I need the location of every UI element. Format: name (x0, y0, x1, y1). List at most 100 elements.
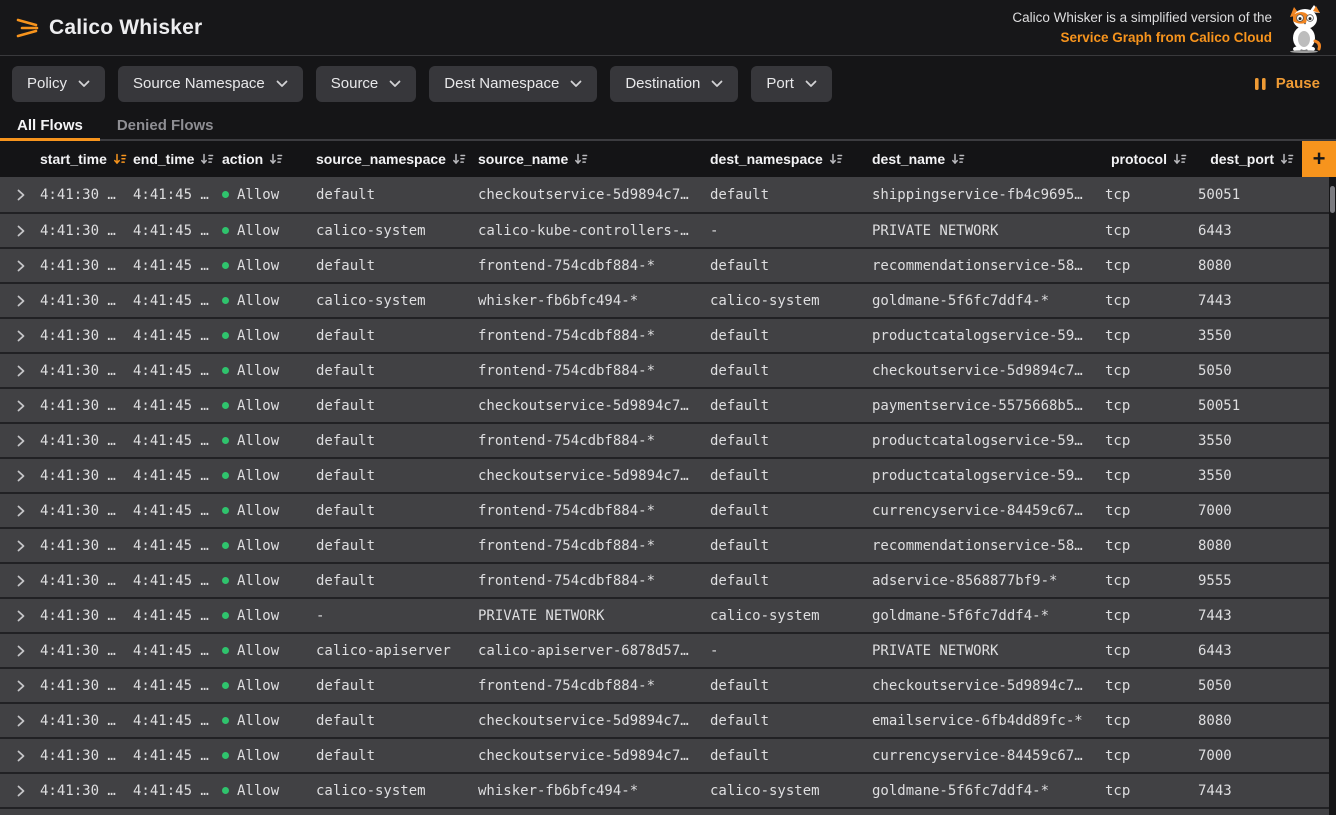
allow-status-dot (222, 542, 229, 549)
column-header-start-time[interactable]: start_time (36, 151, 129, 167)
chevron-down-icon (276, 80, 288, 88)
column-header-protocol[interactable]: protocol (1101, 151, 1194, 167)
cell-dest-name: productcatalogservice-59… (868, 468, 1101, 484)
row-expand-chevron-icon[interactable] (0, 540, 36, 552)
calico-whisker-app: Calico Whisker Calico Whisker is a simpl… (0, 0, 1336, 815)
cell-protocol: tcp (1101, 678, 1194, 694)
table-row[interactable]: 4:41:30 … 4:41:45 … Allow calico-system … (0, 212, 1329, 247)
cell-start-time: 4:41:30 … (36, 468, 129, 484)
row-expand-chevron-icon[interactable] (0, 435, 36, 447)
row-expand-chevron-icon[interactable] (0, 575, 36, 587)
cell-source-name: calico-apiserver-6878d57… (474, 643, 706, 659)
table-row[interactable]: 4:41:30 … 4:41:45 … Allow default fronte… (0, 667, 1329, 702)
column-header-source-namespace[interactable]: source_namespace (312, 151, 474, 167)
service-graph-link[interactable]: Service Graph from Calico Cloud (1012, 28, 1272, 48)
add-column-button[interactable]: + (1302, 141, 1336, 177)
cell-source-namespace: calico-system (312, 223, 474, 239)
table-row[interactable]: 4:41:30 … 4:41:45 … Allow default checko… (0, 387, 1329, 422)
table-row[interactable]: 4:41:30 … 4:41:45 … Allow calico-apiserv… (0, 632, 1329, 667)
table-row[interactable]: 4:41:30 … 4:41:45 … Allow default fronte… (0, 562, 1329, 597)
row-expand-chevron-icon[interactable] (0, 189, 36, 201)
cell-source-namespace: default (312, 678, 474, 694)
tab-all-flows[interactable]: All Flows (0, 111, 100, 139)
cell-action: Allow (218, 363, 312, 379)
action-label: Allow (237, 433, 279, 449)
chevron-down-icon (570, 80, 582, 88)
row-expand-chevron-icon[interactable] (0, 260, 36, 272)
row-expand-chevron-icon[interactable] (0, 295, 36, 307)
table-row[interactable]: 4:41:30 … 4:41:45 … Allow default checko… (0, 737, 1329, 772)
tab-denied-flows[interactable]: Denied Flows (100, 111, 231, 139)
cell-end-time: 4:41:45 … (129, 713, 218, 729)
filter-button-source[interactable]: Source (316, 66, 417, 102)
tagline: Calico Whisker is a simplified version o… (1012, 8, 1272, 48)
row-expand-chevron-icon[interactable] (0, 645, 36, 657)
cell-source-namespace: - (312, 608, 474, 624)
column-header-action[interactable]: action (218, 151, 312, 167)
table-row[interactable]: 4:41:30 … 4:41:45 … Allow default fronte… (0, 422, 1329, 457)
cell-end-time: 4:41:45 … (129, 433, 218, 449)
column-header-source-name[interactable]: source_name (474, 151, 706, 167)
column-header-label: end_time (133, 151, 194, 167)
filter-button-dest-namespace[interactable]: Dest Namespace (429, 66, 597, 102)
table-row[interactable]: 4:41:30 … 4:41:45 … Allow default checko… (0, 177, 1329, 212)
cell-end-time: 4:41:45 … (129, 503, 218, 519)
row-expand-chevron-icon[interactable] (0, 785, 36, 797)
cell-source-name: PRIVATE NETWORK (474, 608, 706, 624)
action-label: Allow (237, 468, 279, 484)
filter-button-label: Source Namespace (133, 75, 265, 92)
cell-dest-port: 7443 (1194, 293, 1301, 309)
table-row[interactable]: 4:41:30 … 4:41:45 … Allow default fronte… (0, 352, 1329, 387)
row-expand-chevron-icon[interactable] (0, 330, 36, 342)
table-row[interactable]: 4:41:30 … 4:41:45 … Allow default fronte… (0, 247, 1329, 282)
cell-source-name: frontend-754cdbf884-* (474, 433, 706, 449)
cell-dest-name: productcatalogservice-59… (868, 328, 1101, 344)
cell-dest-namespace: default (706, 187, 868, 203)
row-expand-chevron-icon[interactable] (0, 505, 36, 517)
cell-source-namespace: default (312, 187, 474, 203)
scrollbar-track[interactable] (1329, 177, 1336, 815)
row-expand-chevron-icon[interactable] (0, 715, 36, 727)
cell-dest-name: adservice-8568877bf9-* (868, 573, 1101, 589)
row-expand-chevron-icon[interactable] (0, 470, 36, 482)
row-expand-chevron-icon[interactable] (0, 225, 36, 237)
filter-button-source-namespace[interactable]: Source Namespace (118, 66, 303, 102)
cell-dest-port: 3550 (1194, 433, 1301, 449)
column-header-end-time[interactable]: end_time (129, 151, 218, 167)
cell-dest-namespace: default (706, 503, 868, 519)
scrollbar-thumb[interactable] (1330, 186, 1335, 213)
chevron-down-icon (389, 80, 401, 88)
tab-label: All Flows (17, 117, 83, 134)
cell-protocol: tcp (1101, 293, 1194, 309)
cell-action: Allow (218, 608, 312, 624)
cell-start-time: 4:41:30 … (36, 678, 129, 694)
cell-start-time: 4:41:30 … (36, 328, 129, 344)
filter-button-port[interactable]: Port (751, 66, 832, 102)
table-row[interactable]: 4:41:30 … 4:41:45 … Allow calico-system … (0, 772, 1329, 807)
row-expand-chevron-icon[interactable] (0, 365, 36, 377)
row-expand-chevron-icon[interactable] (0, 400, 36, 412)
filter-button-policy[interactable]: Policy (12, 66, 105, 102)
table-row[interactable]: 4:41:30 … 4:41:45 … Allow default fronte… (0, 492, 1329, 527)
cell-protocol: tcp (1101, 223, 1194, 239)
table-row[interactable]: 4:41:30 … 4:41:45 … Allow calico-system … (0, 282, 1329, 317)
table-row[interactable]: 4:41:30 … 4:41:45 … Allow - PRIVATE NETW… (0, 597, 1329, 632)
row-expand-chevron-icon[interactable] (0, 680, 36, 692)
column-header-dest-port[interactable]: dest_port (1194, 151, 1301, 167)
cell-action: Allow (218, 573, 312, 589)
column-header-dest-namespace[interactable]: dest_namespace (706, 151, 868, 167)
table-row[interactable]: 4:41:30 … 4:41:45 … Allow default fronte… (0, 527, 1329, 562)
cell-action: Allow (218, 678, 312, 694)
column-header-dest-name[interactable]: dest_name (868, 151, 1101, 167)
table-row[interactable]: 4:41:30 … 4:41:45 … Allow default checko… (0, 702, 1329, 737)
filter-button-destination[interactable]: Destination (610, 66, 738, 102)
row-expand-chevron-icon[interactable] (0, 610, 36, 622)
allow-status-dot (222, 717, 229, 724)
table-row[interactable]: 4:41:30 … 4:41:45 … Allow default fronte… (0, 317, 1329, 352)
table-row[interactable]: 4:41:30 … 4:41:45 … Allow default checko… (0, 457, 1329, 492)
calico-cat-mascot (1282, 3, 1328, 53)
sort-icon (951, 152, 965, 166)
pause-button[interactable]: Pause (1254, 75, 1320, 92)
app-logo: Calico Whisker (14, 14, 202, 42)
row-expand-chevron-icon[interactable] (0, 750, 36, 762)
